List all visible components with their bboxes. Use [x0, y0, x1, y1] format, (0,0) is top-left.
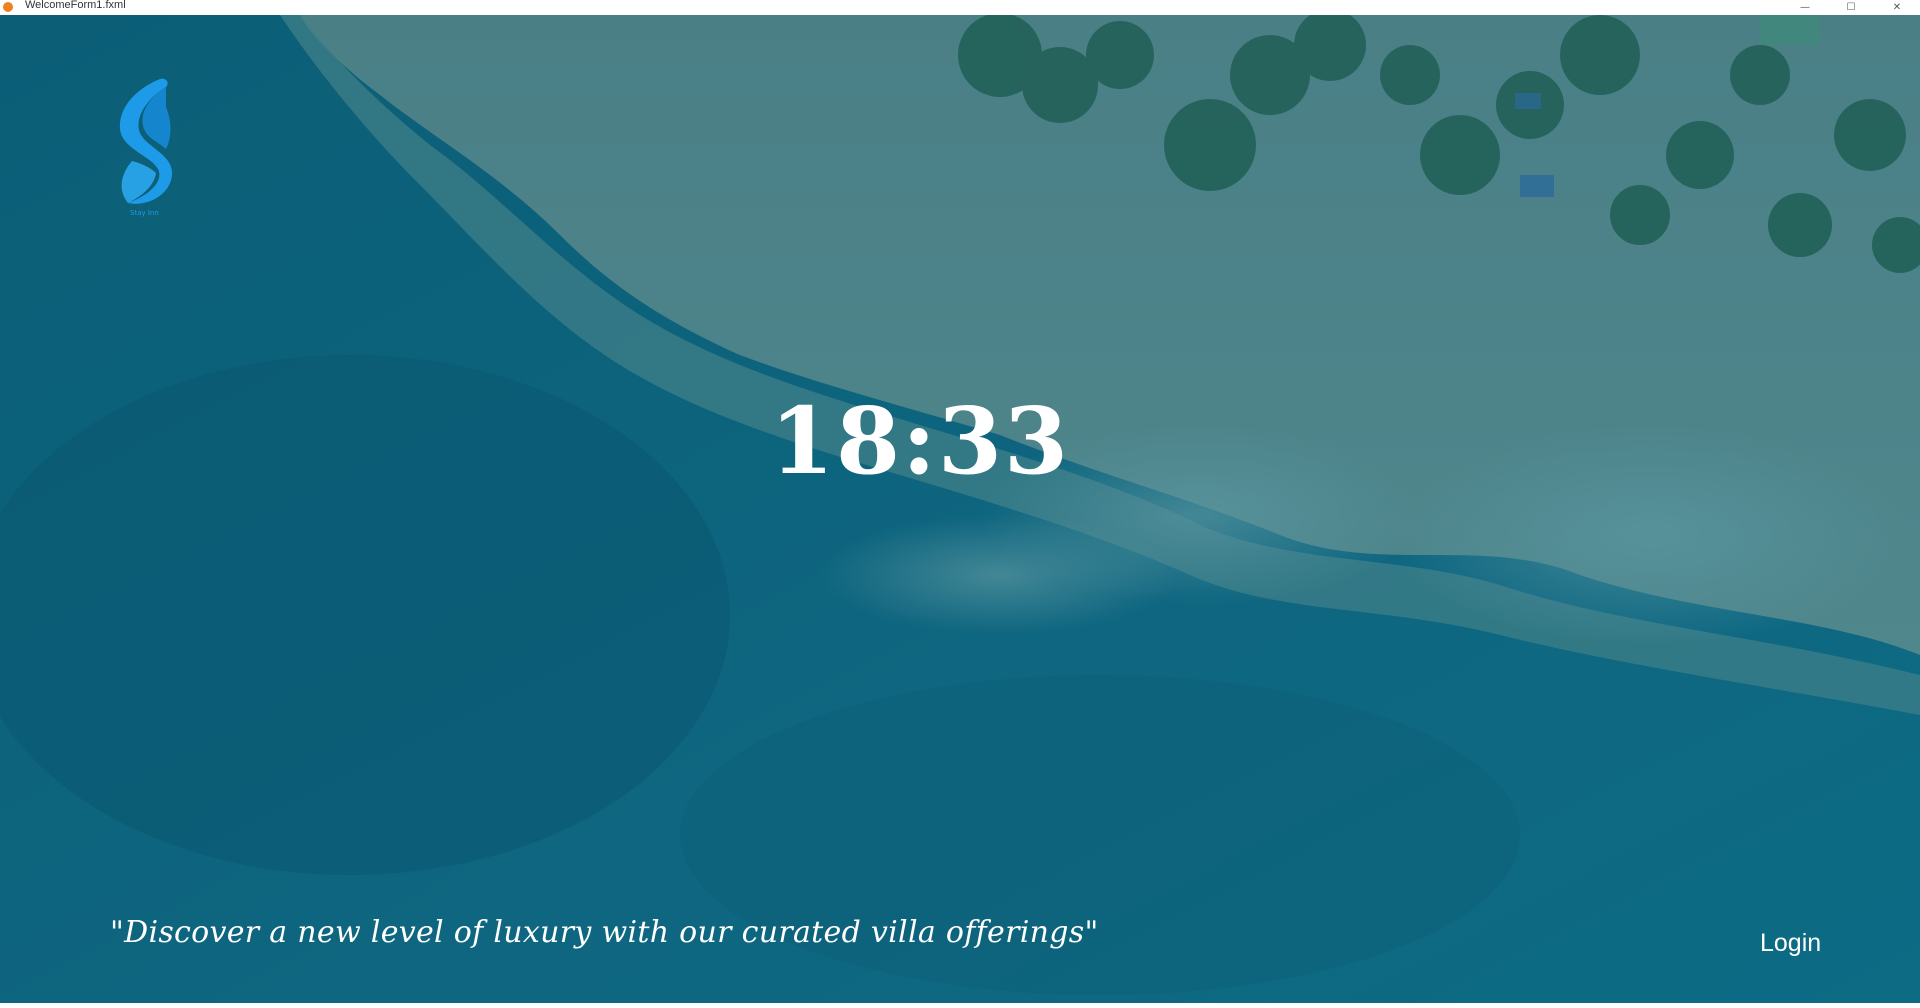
app-icon: [3, 1, 13, 12]
tagline-text: "Discover a new level of luxury with our…: [110, 915, 1099, 950]
login-button[interactable]: Login: [1752, 925, 1829, 962]
window-bottom-edge: [0, 1003, 1920, 1008]
maximize-button[interactable]: ☐: [1828, 0, 1874, 15]
beach-background-image: [0, 15, 1920, 1003]
svg-text:Stay Inn: Stay Inn: [130, 209, 159, 217]
minimize-button[interactable]: —: [1782, 0, 1828, 15]
welcome-screen: Stay Inn 18:33 "Discover a new level of …: [0, 15, 1920, 1003]
window-controls: — ☐ ✕: [1782, 0, 1920, 15]
window-title: WelcomeForm1.fxml: [25, 0, 126, 11]
s-brand-logo-icon: Stay Inn: [119, 78, 173, 217]
close-button[interactable]: ✕: [1874, 0, 1920, 15]
clock-time: 18:33: [769, 387, 1070, 495]
window-titlebar: WelcomeForm1.fxml — ☐ ✕: [0, 0, 1920, 15]
